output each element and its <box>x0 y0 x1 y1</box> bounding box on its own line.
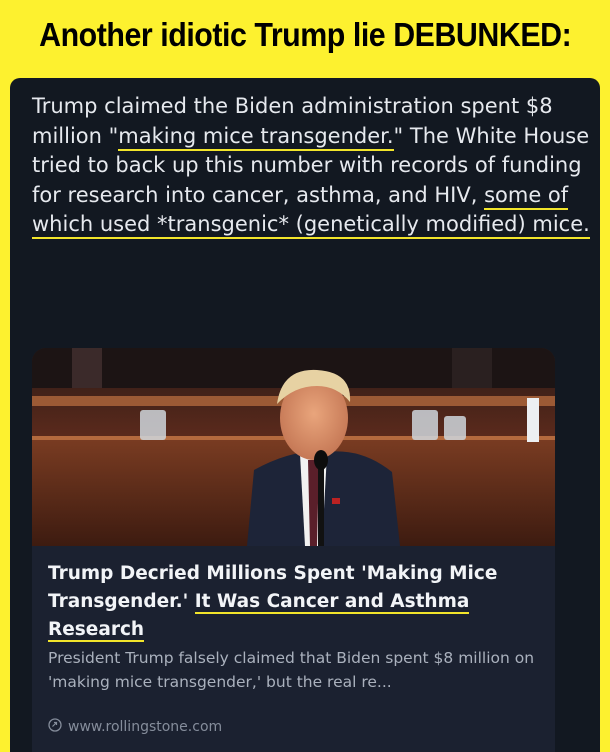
source-domain: www.rollingstone.com <box>68 719 223 735</box>
news-photo-illustration <box>32 348 555 546</box>
post-body: Trump claimed the Biden administration s… <box>32 92 592 240</box>
card-description: President Trump falsely claimed that Bid… <box>48 649 535 691</box>
card-body: Trump Decried Millions Spent 'Making Mic… <box>48 560 543 694</box>
banner-title: Another idiotic Trump lie DEBUNKED: <box>38 16 572 53</box>
news-photo[interactable] <box>32 348 555 546</box>
link-preview-card[interactable]: Trump Decried Millions Spent 'Making Mic… <box>32 348 555 752</box>
post-screenshot: Trump claimed the Biden administration s… <box>10 78 600 752</box>
post-highlight-1: making mice transgender. <box>118 123 394 151</box>
link-icon <box>48 718 62 736</box>
card-source[interactable]: www.rollingstone.com <box>48 718 222 736</box>
title-banner: Another idiotic Trump lie DEBUNKED: <box>0 0 610 70</box>
card-headline[interactable]: Trump Decried Millions Spent 'Making Mic… <box>48 560 543 644</box>
